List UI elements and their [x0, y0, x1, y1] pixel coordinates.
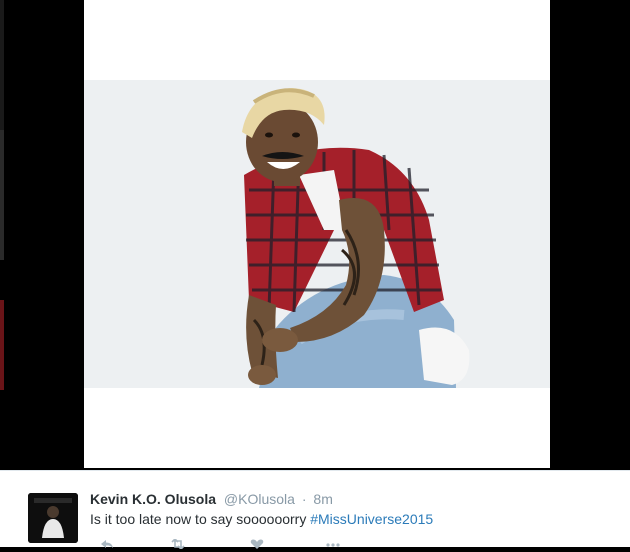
tweet-card: Kevin K.O. Olusola @KOlusola · 8m Is it …	[0, 470, 630, 551]
tweet-text: Is it too late now to say soooooorry #Mi…	[90, 511, 433, 527]
background-strip-segment	[0, 0, 4, 130]
author-username[interactable]: @KOlusola	[224, 491, 295, 507]
background-page-strip	[0, 0, 4, 470]
author-fullname[interactable]: Kevin K.O. Olusola	[90, 491, 216, 507]
background-strip-segment	[0, 130, 4, 260]
hashtag-link[interactable]: #MissUniverse2015	[310, 511, 433, 527]
photo-illustration	[84, 80, 550, 388]
tweet-timestamp[interactable]: 8m	[313, 491, 332, 507]
tweet-text-body: Is it too late now to say soooooorry	[90, 511, 311, 527]
avatar-image	[28, 493, 78, 543]
header-separator: ·	[301, 491, 307, 507]
author-avatar[interactable]	[28, 493, 78, 543]
background-strip-segment	[0, 300, 4, 390]
tweet-header: Kevin K.O. Olusola @KOlusola · 8m	[90, 491, 333, 507]
tweet-photo[interactable]	[84, 80, 550, 388]
tweet-actions	[100, 537, 400, 551]
media-viewer-backdrop	[0, 0, 630, 470]
